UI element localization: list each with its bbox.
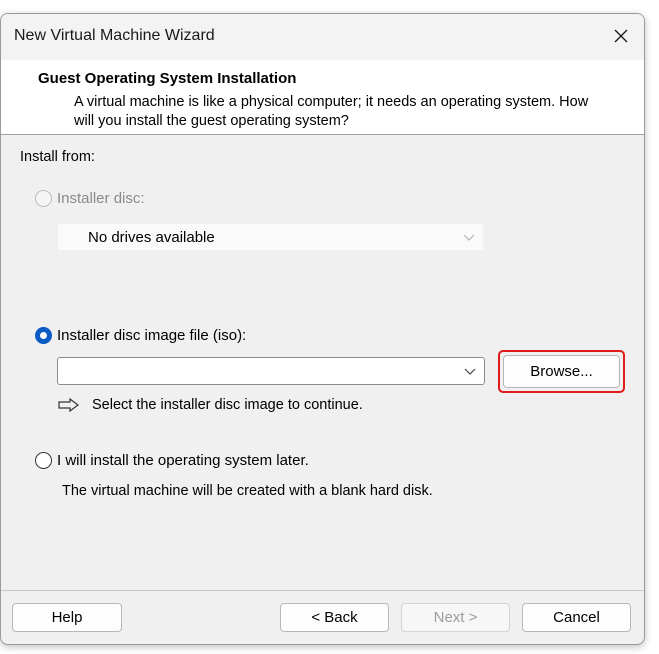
title-bar: New Virtual Machine Wizard <box>1 14 644 60</box>
iso-path-input[interactable] <box>64 361 458 381</box>
drive-select: No drives available <box>57 223 484 251</box>
installer-disc-label: Installer disc: <box>57 190 145 207</box>
page-title: Guest Operating System Installation <box>38 70 297 87</box>
arrow-right-icon <box>58 398 79 412</box>
install-later-radio[interactable] <box>35 452 52 469</box>
iso-image-radio-row[interactable]: Installer disc image file (iso): <box>35 327 246 344</box>
chevron-down-icon[interactable] <box>464 366 476 376</box>
install-from-label: Install from: <box>20 149 95 165</box>
window-title: New Virtual Machine Wizard <box>14 27 215 44</box>
install-later-radio-row[interactable]: I will install the operating system late… <box>35 452 309 469</box>
browse-button[interactable]: Browse... <box>503 355 620 388</box>
new-vm-wizard-dialog: New Virtual Machine Wizard Guest Operati… <box>0 13 645 645</box>
footer-divider <box>1 590 644 591</box>
page-description: A virtual machine is like a physical com… <box>74 94 589 129</box>
cancel-button[interactable]: Cancel <box>522 603 631 632</box>
chevron-down-icon <box>463 234 475 241</box>
iso-image-label: Installer disc image file (iso): <box>57 327 247 344</box>
next-button[interactable]: Next > <box>401 603 510 632</box>
iso-hint: Select the installer disc image to conti… <box>58 397 363 413</box>
wizard-header: Guest Operating System Installation A vi… <box>1 60 644 135</box>
install-later-label: I will install the operating system late… <box>57 452 309 469</box>
close-button[interactable] <box>598 14 644 58</box>
iso-hint-text: Select the installer disc image to conti… <box>92 397 363 413</box>
installer-disc-radio <box>35 190 52 207</box>
install-later-note: The virtual machine will be created with… <box>62 483 433 499</box>
back-button[interactable]: < Back <box>280 603 389 632</box>
close-icon <box>614 29 628 43</box>
help-button[interactable]: Help <box>12 603 122 632</box>
iso-path-combo[interactable] <box>57 357 485 385</box>
drive-select-value: No drives available <box>88 228 215 246</box>
installer-disc-radio-row: Installer disc: <box>35 190 145 207</box>
iso-image-radio[interactable] <box>35 327 52 344</box>
